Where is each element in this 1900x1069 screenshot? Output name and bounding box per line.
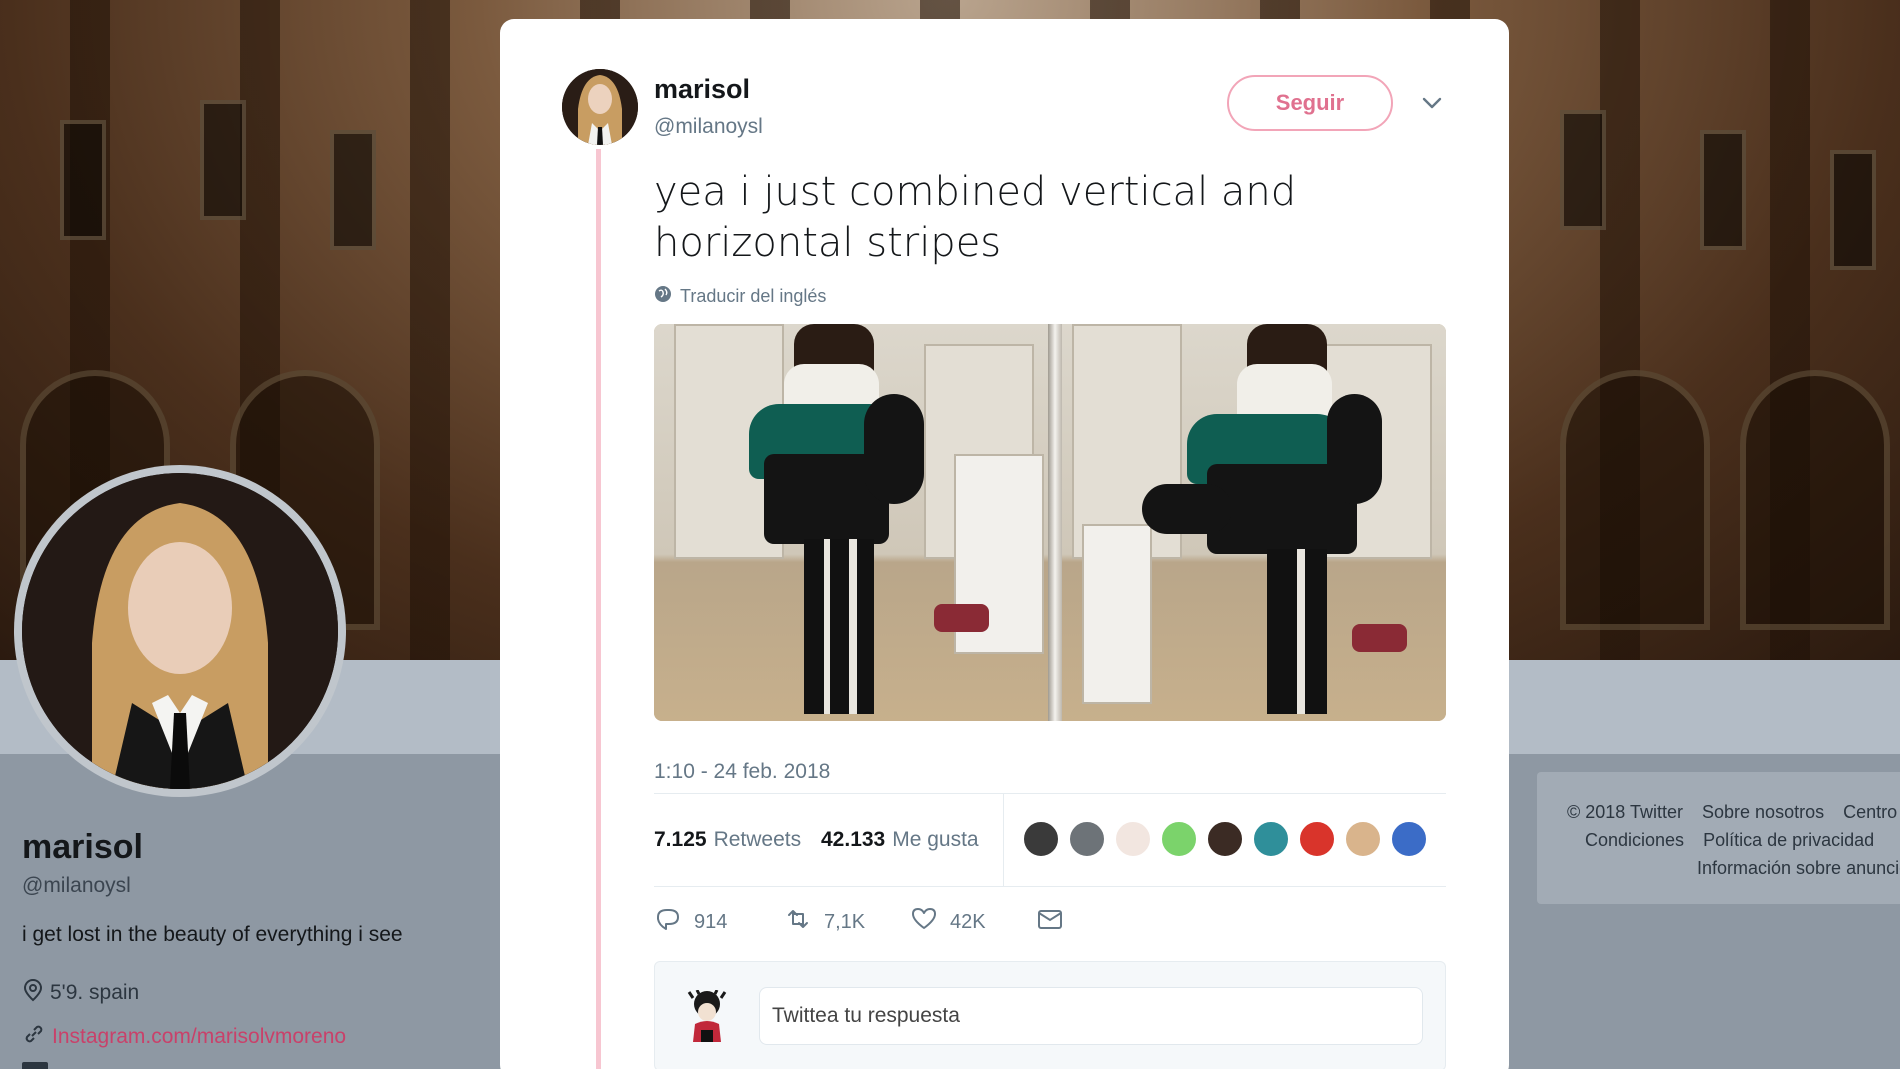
heart-icon bbox=[910, 905, 938, 939]
retweets-count: 7.125 bbox=[654, 828, 707, 851]
profile-location-text: 5'9. spain bbox=[50, 981, 140, 1004]
liker-avatar[interactable] bbox=[1022, 820, 1060, 858]
follow-button[interactable]: Seguir bbox=[1227, 75, 1393, 131]
liker-avatar[interactable] bbox=[1114, 820, 1152, 858]
likes-count: 42.133 bbox=[821, 828, 886, 851]
footer-row: Condiciones Política de privacidad bbox=[1567, 826, 1900, 854]
profile-link[interactable]: Instagram.com/marisolvmoreno bbox=[22, 1022, 346, 1052]
tweet-timestamp[interactable]: 1:10 - 24 feb. 2018 bbox=[654, 760, 830, 784]
tweet-text: yea i just combined vertical and horizon… bbox=[654, 169, 1297, 266]
translate-link[interactable]: Traducir del inglés bbox=[654, 285, 826, 308]
banner-window bbox=[330, 130, 376, 250]
likes-stat[interactable]: 42.133 Me gusta bbox=[821, 794, 979, 886]
translate-label[interactable]: Traducir del inglés bbox=[680, 286, 826, 307]
banner-window bbox=[1560, 110, 1606, 230]
reply-input[interactable] bbox=[759, 987, 1423, 1045]
calendar-icon bbox=[22, 1062, 48, 1069]
author-avatar[interactable] bbox=[562, 69, 638, 145]
retweets-label: Retweets bbox=[713, 828, 802, 851]
link-icon bbox=[22, 1022, 46, 1052]
footer-link-terms[interactable]: Condiciones bbox=[1585, 830, 1684, 850]
footer-link-about[interactable]: Sobre nosotros bbox=[1702, 802, 1824, 822]
liker-avatar[interactable] bbox=[1160, 820, 1198, 858]
reply-action[interactable]: 914 bbox=[654, 905, 727, 939]
like-count: 42K bbox=[950, 910, 986, 933]
retweets-stat[interactable]: 7.125 Retweets bbox=[654, 794, 801, 886]
profile-handle: @milanoysl bbox=[22, 874, 131, 897]
reply-count: 914 bbox=[694, 910, 728, 933]
liker-avatar[interactable] bbox=[1298, 820, 1336, 858]
banner-window bbox=[60, 120, 106, 240]
globe-icon bbox=[654, 285, 672, 308]
author-handle[interactable]: @milanoysl bbox=[654, 115, 763, 139]
likes-label: Me gusta bbox=[892, 828, 979, 851]
banner-window bbox=[200, 100, 246, 220]
footer-row: Información sobre anuncios bbox=[1567, 854, 1900, 882]
tweet-stats: 7.125 Retweets 42.133 Me gusta bbox=[654, 793, 1446, 887]
author-name[interactable]: marisol bbox=[654, 74, 750, 105]
envelope-icon bbox=[1036, 905, 1064, 939]
footer-link-privacy[interactable]: Política de privacidad bbox=[1703, 830, 1874, 850]
footer-copyright: © 2018 Twitter bbox=[1567, 802, 1683, 822]
stats-divider bbox=[1003, 794, 1004, 886]
reply-icon bbox=[654, 905, 682, 939]
profile-link-text[interactable]: Instagram.com/marisolvmoreno bbox=[52, 1025, 346, 1049]
liker-avatar[interactable] bbox=[1344, 820, 1382, 858]
likers-avatars bbox=[1022, 820, 1428, 858]
profile-name[interactable]: marisol bbox=[22, 828, 143, 867]
chevron-down-icon[interactable] bbox=[1420, 91, 1444, 115]
photo-right bbox=[1062, 324, 1446, 721]
retweet-icon bbox=[784, 905, 812, 939]
profile-bio: i get lost in the beauty of everything i… bbox=[22, 923, 403, 946]
banner-arch bbox=[1740, 370, 1890, 630]
profile-location: 5'9. spain bbox=[22, 978, 139, 1008]
tweet-photo[interactable] bbox=[654, 324, 1446, 721]
profile-avatar[interactable] bbox=[14, 465, 346, 797]
liker-avatar[interactable] bbox=[1068, 820, 1106, 858]
liker-avatar[interactable] bbox=[1206, 820, 1244, 858]
mirror-edge bbox=[1048, 324, 1062, 721]
direct-message-action[interactable] bbox=[1036, 905, 1064, 939]
location-pin-icon bbox=[22, 978, 44, 1008]
footer-row: © 2018 Twitter Sobre nosotros Centro bbox=[1567, 798, 1900, 826]
reply-composer bbox=[654, 961, 1446, 1069]
retweet-action[interactable]: 7,1K bbox=[784, 905, 865, 939]
tweet-actions: 914 7,1K 42K bbox=[654, 905, 1074, 945]
banner-window bbox=[1830, 150, 1876, 270]
banner-arch bbox=[1560, 370, 1710, 630]
footer-link-ads[interactable]: Información sobre anuncios bbox=[1697, 858, 1900, 878]
banner-window bbox=[1700, 130, 1746, 250]
like-action[interactable]: 42K bbox=[910, 905, 986, 939]
retweet-count: 7,1K bbox=[824, 910, 866, 933]
footer-link-help[interactable]: Centro bbox=[1843, 802, 1897, 822]
liker-avatar[interactable] bbox=[1390, 820, 1428, 858]
liker-avatar[interactable] bbox=[1252, 820, 1290, 858]
thread-line bbox=[596, 149, 601, 1069]
photo-left bbox=[654, 324, 1048, 721]
footer-links: © 2018 Twitter Sobre nosotros Centro Con… bbox=[1537, 772, 1900, 904]
tweet-modal: marisol @milanoysl Seguir yea i just com… bbox=[500, 19, 1509, 1069]
current-user-avatar[interactable] bbox=[685, 989, 729, 1042]
